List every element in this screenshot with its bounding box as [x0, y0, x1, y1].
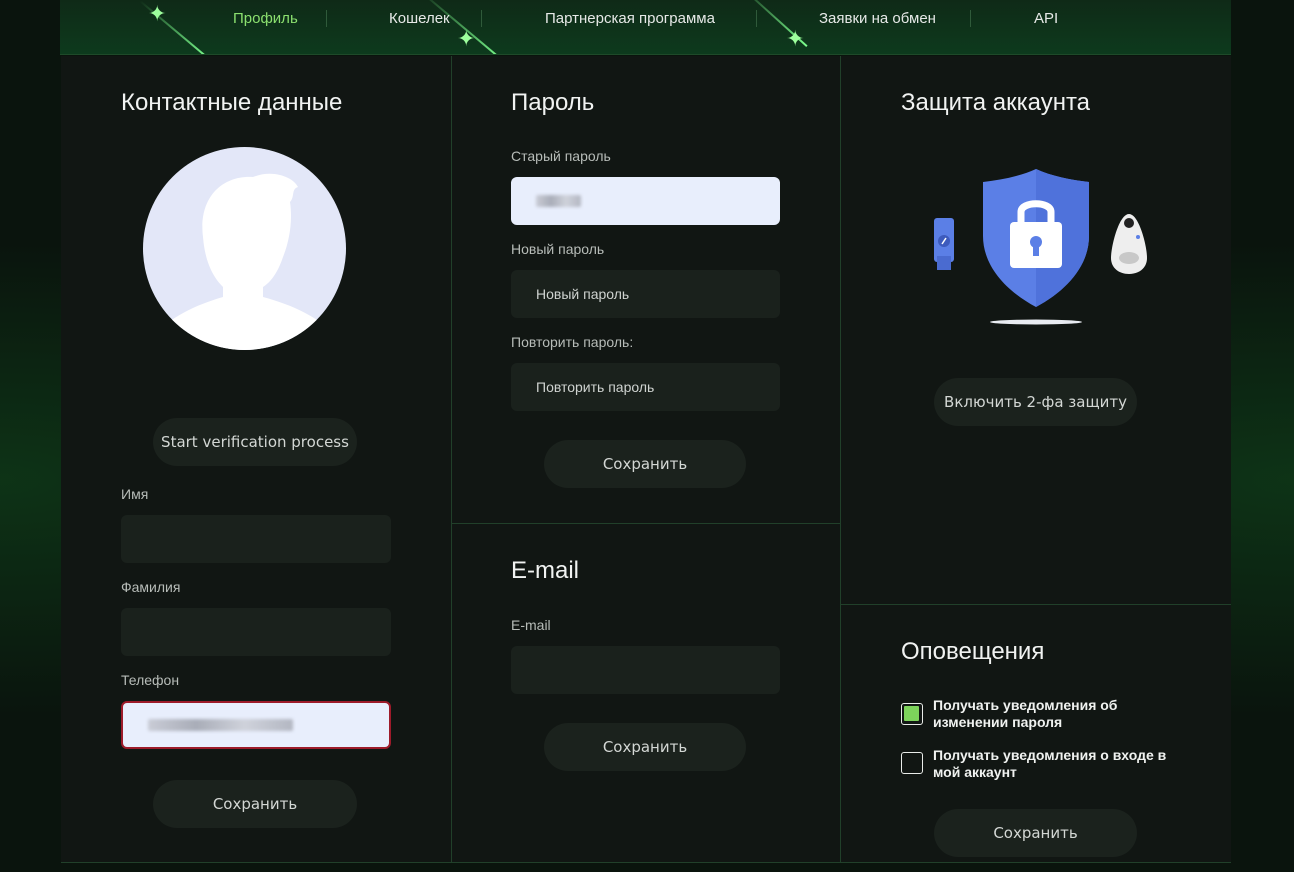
- first-name-label: Имя: [121, 486, 149, 502]
- notifications-title: Оповещения: [901, 638, 1045, 665]
- email-panel: E-mail E-mail Сохранить: [452, 524, 840, 862]
- old-password-input[interactable]: [511, 177, 780, 225]
- usb-key-icon: [934, 218, 954, 270]
- login-alert-option-label: Получать уведомления о входе в мой аккау…: [933, 747, 1167, 780]
- shield-shadow: [990, 319, 1082, 325]
- start-verification-button[interactable]: Start verification process: [153, 418, 357, 466]
- sparkle-icon: ✦: [148, 1, 167, 26]
- email-input[interactable]: [511, 646, 780, 694]
- nav-item-partner-program[interactable]: Партнерская программа: [545, 10, 715, 27]
- new-password-label: Новый пароль: [511, 241, 605, 257]
- email-save-button[interactable]: Сохранить: [544, 723, 746, 771]
- nav-item-wallet[interactable]: Кошелек: [389, 10, 450, 27]
- password-title: Пароль: [511, 89, 595, 116]
- nav-item-api[interactable]: API: [1034, 10, 1058, 27]
- contacts-panel: Контактные данные Start verification pro…: [61, 56, 451, 862]
- nav-item-profile[interactable]: Профиль: [233, 10, 298, 27]
- notifications-panel: Оповещения Получать уведомления об измен…: [841, 605, 1231, 862]
- user-silhouette-icon: [151, 173, 338, 350]
- password-panel: Пароль Старый пароль Новый пароль Новый …: [452, 56, 840, 523]
- first-name-input[interactable]: [121, 515, 391, 563]
- nav-item-exchange-requests[interactable]: Заявки на обмен: [819, 10, 936, 27]
- security-shield-illustration: [934, 169, 1147, 325]
- redacted-value: [536, 195, 581, 207]
- password-change-checkbox[interactable]: [901, 703, 923, 725]
- avatar[interactable]: [143, 147, 346, 350]
- email-title: E-mail: [511, 557, 580, 584]
- security-title: Защита аккаунта: [901, 89, 1091, 116]
- password-save-button[interactable]: Сохранить: [544, 440, 746, 488]
- enable-2fa-button[interactable]: Включить 2-фа защиту: [934, 378, 1137, 426]
- sparkle-icon: ✦: [786, 26, 805, 51]
- contacts-title: Контактные данные: [121, 89, 343, 116]
- login-alert-checkbox[interactable]: [901, 752, 923, 774]
- top-nav-bar: ✦ ✦ ✦ Профиль Кошелек Партнерская програ…: [60, 0, 1231, 55]
- redacted-value: [148, 719, 293, 731]
- phone-input[interactable]: [121, 701, 391, 749]
- security-panel: Защита аккаунта Включить 2-фа защиту: [841, 56, 1231, 604]
- new-password-input[interactable]: Новый пароль: [511, 270, 780, 318]
- password-change-option-label: Получать уведомления об изменении пароля: [933, 697, 1118, 730]
- bottom-border: [61, 862, 1231, 863]
- email-label: E-mail: [511, 617, 551, 633]
- sparkle-icon: ✦: [457, 26, 476, 51]
- phone-label: Телефон: [121, 672, 180, 688]
- old-password-label: Старый пароль: [511, 148, 611, 164]
- contacts-save-button[interactable]: Сохранить: [153, 780, 357, 828]
- repeat-password-label: Повторить пароль:: [511, 334, 634, 350]
- nav-divider: [756, 10, 757, 27]
- last-name-label: Фамилия: [121, 579, 181, 595]
- repeat-password-input[interactable]: Повторить пароль: [511, 363, 780, 411]
- notifications-save-button[interactable]: Сохранить: [934, 809, 1137, 857]
- nav-divider: [481, 10, 482, 27]
- security-token-icon: [1111, 214, 1147, 274]
- last-name-input[interactable]: [121, 608, 391, 656]
- nav-divider: [326, 10, 327, 27]
- nav-divider: [970, 10, 971, 27]
